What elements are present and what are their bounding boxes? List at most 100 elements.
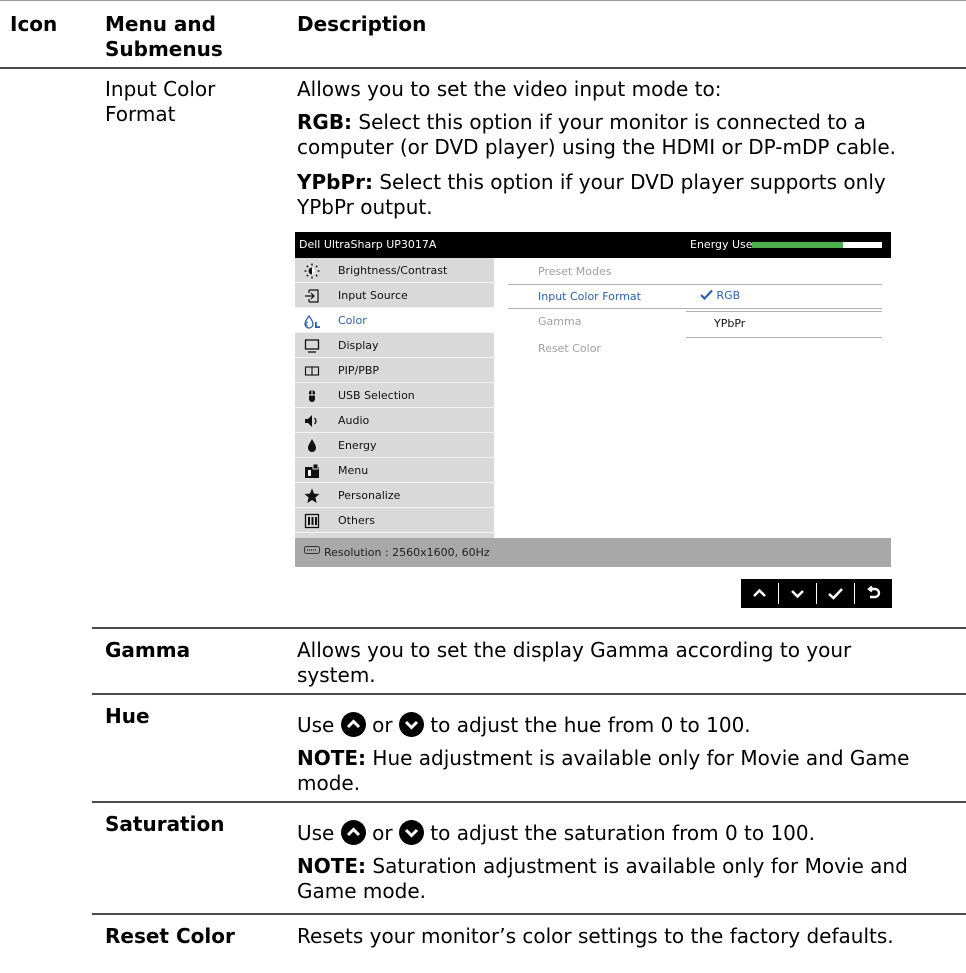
menu-label-input-source: Input Source [338,289,408,302]
menu-item-menu[interactable]: Menu [295,458,494,483]
up-button[interactable] [741,579,778,608]
gamma-description-line1: Allows you to set the display Gamma acco… [297,638,852,662]
menu-icon [305,463,319,478]
col-menu-header-line2: Submenus [105,37,223,61]
saturation-note-label: NOTE: [297,854,367,878]
down-button[interactable] [779,579,816,608]
option-rgb[interactable]: RGB [700,289,740,302]
row-rule [92,627,966,629]
menu-label-menu: Menu [338,464,369,477]
hue-or-text: or [372,713,393,737]
display-icon [304,339,320,353]
osd-submenu: Preset Modes Input Color Format Gamma Re… [494,258,891,538]
osd-main-menu: Brightness/Contrast Input Source Color D… [295,258,494,538]
back-icon [867,585,881,599]
option-ypbpr[interactable]: YPbPr [714,317,745,330]
energy-use-label: Energy Use [690,238,753,251]
menu-item-brightness-contrast[interactable]: Brightness/Contrast [295,258,494,283]
menu-label-pip-pbp: PIP/PBP [338,364,380,377]
header-rule [0,67,966,69]
submenu-gamma[interactable]: Gamma [538,315,581,328]
input-color-format-intro: Allows you to set the video input mode t… [297,77,722,101]
reset-color-description: Resets your monitor’s color settings to … [297,924,894,948]
star-icon [304,488,320,503]
menu-label-others: Others [338,514,375,527]
hue-note-line2: mode. [297,771,361,795]
check-icon [828,588,843,600]
usb-icon [309,389,315,402]
saturation-note-line1: NOTE: Saturation adjustment is available… [297,854,908,879]
col-description-header: Description [297,12,427,36]
row-rule [92,693,966,695]
pip-icon [304,366,320,376]
menu-label-personalize: Personalize [338,489,401,502]
submenu-preset-modes[interactable]: Preset Modes [538,265,612,278]
submenu-reset-color[interactable]: Reset Color [538,342,601,355]
up-circle-icon [340,820,366,845]
saturation-note-text: Saturation adjustment is available only … [366,854,908,878]
rgb-description-line1: RGB: Select this option if your monitor … [297,110,866,135]
hue-note-line1: NOTE: Hue adjustment is available only f… [297,746,909,771]
menu-label-usb-selection: USB Selection [338,389,415,402]
color-icon [304,314,320,329]
row-rule [92,913,966,915]
up-icon [753,588,766,597]
row-rule [92,801,966,803]
submenu-divider [508,284,882,285]
rgb-label: RGB: [297,110,353,134]
menu-item-input-source[interactable]: Input Source [295,283,494,308]
menu-item-energy[interactable]: Energy [295,433,494,458]
menu-item-others[interactable]: Others [295,508,494,533]
submenu-divider [508,308,882,309]
menu-label-display: Display [338,339,379,352]
back-button[interactable] [855,579,892,608]
ypbpr-description-line1: YPbPr: Select this option if your DVD pl… [297,170,886,195]
rgb-text: Select this option if your monitor is co… [352,110,866,134]
menu-item-audio[interactable]: Audio [295,408,494,433]
brightness-icon [304,263,320,279]
submenu-input-color-format[interactable]: Input Color Format [538,290,641,303]
option-rgb-label: RGB [716,289,741,302]
reset-color-name: Reset Color [105,924,235,948]
osd-footer: Resolution : 2560x1600, 60Hz [295,538,891,567]
down-circle-icon [398,820,424,845]
confirm-button[interactable] [817,579,854,608]
saturation-rest-text: to adjust the saturation from 0 to 100. [430,821,815,845]
menu-item-usb-selection[interactable]: USB Selection [295,383,494,408]
resolution-text: Resolution : 2560x1600, 60Hz [324,546,490,559]
menu-item-color[interactable]: Color [295,308,494,333]
osd-title-bar: Dell UltraSharp UP3017A Energy Use [295,232,891,258]
energy-use-fill [752,242,843,248]
saturation-name: Saturation [105,812,225,836]
top-rule [0,0,966,1]
hue-note-text: Hue adjustment is available only for Mov… [366,746,910,770]
rgb-description-line2: computer (or DVD player) using the HDMI … [297,135,896,159]
input-color-format-name-line2: Format [105,102,176,126]
hue-description: Use or to adjust the hue from 0 to 100. [297,712,751,738]
ypbpr-text: Select this option if your DVD player su… [372,170,886,194]
saturation-description: Use or to adjust the saturation from 0 t… [297,820,815,846]
hue-rest-text: to adjust the hue from 0 to 100. [430,713,751,737]
osd-nav-buttons [741,579,892,608]
check-icon [700,289,713,301]
menu-item-pip-pbp[interactable]: PIP/PBP [295,358,494,383]
saturation-use-text: Use [297,821,335,845]
hue-note-label: NOTE: [297,746,367,770]
menu-label-color: Color [338,314,367,327]
osd-model-name: Dell UltraSharp UP3017A [299,238,437,251]
col-icon-header: Icon [10,12,58,36]
menu-item-display[interactable]: Display [295,333,494,358]
menu-item-personalize[interactable]: Personalize [295,483,494,508]
menu-label-energy: Energy [338,439,377,452]
energy-use-meter [752,242,882,248]
ypbpr-description-line2: YPbPr output. [297,195,433,219]
gamma-description-line2: system. [297,663,376,687]
osd-menu: Dell UltraSharp UP3017A Energy Use Brigh… [295,232,891,567]
input-color-format-name-line1: Input Color [105,77,216,101]
down-circle-icon [398,712,424,737]
connector-icon [304,546,320,554]
option-divider [686,311,882,312]
energy-icon [308,439,316,452]
saturation-or-text: or [372,821,393,845]
saturation-note-line2: Game mode. [297,879,426,903]
